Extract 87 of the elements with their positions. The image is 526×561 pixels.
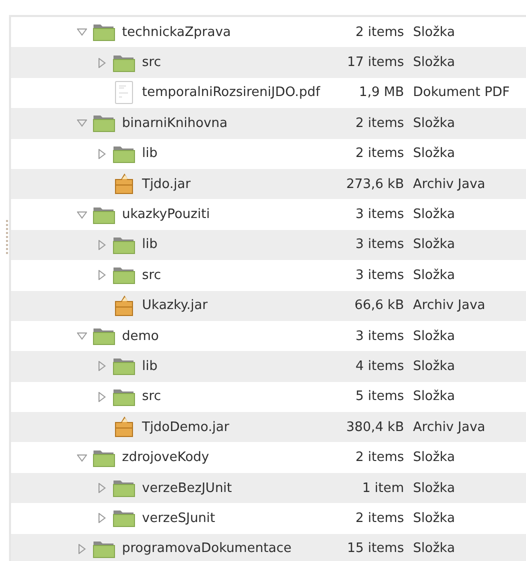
file-type: Složka	[413, 116, 456, 131]
file-name[interactable]: lib	[142, 146, 158, 162]
expander-icon[interactable]	[77, 118, 87, 128]
file-name[interactable]: Ukazky.jar	[142, 298, 208, 314]
expander-icon[interactable]	[77, 544, 87, 554]
folder-icon	[93, 540, 115, 558]
expander-icon[interactable]	[77, 27, 87, 38]
package-icon	[114, 294, 134, 317]
folder-icon	[113, 144, 135, 163]
file-type: Složka	[413, 207, 456, 222]
file-name[interactable]: zdrojoveKody	[122, 450, 210, 466]
expander-icon[interactable]	[97, 148, 107, 159]
folder-icon	[113, 54, 135, 72]
file-name[interactable]: verzeSJunit	[142, 510, 216, 526]
file-name[interactable]: lib	[142, 237, 158, 252]
file-name[interactable]: src	[142, 55, 161, 70]
folder-icon	[113, 357, 135, 376]
file-size: 2 items	[354, 146, 404, 162]
file-size: 2 items	[354, 24, 404, 40]
package-icon	[114, 173, 134, 196]
file-size: 2 items	[354, 450, 404, 466]
file-name[interactable]: technickaZprava	[122, 24, 231, 40]
file-size: 3 items	[354, 207, 404, 222]
folder-icon	[113, 266, 135, 284]
file-size: 1 item	[361, 480, 404, 496]
file-size: 1,9 MB	[358, 85, 404, 100]
file-size: 273,6 kB	[345, 176, 404, 192]
expander-icon[interactable]	[97, 361, 107, 372]
folder-icon	[93, 206, 115, 224]
expander-icon[interactable]	[77, 331, 87, 342]
folder-icon	[113, 479, 135, 498]
file-size: 3 items	[354, 237, 404, 252]
folder-icon	[113, 388, 135, 406]
file-size: 2 items	[354, 510, 404, 526]
file-type: Složka	[413, 450, 456, 466]
file-size: 380,4 kB	[345, 420, 404, 435]
file-type: Složka	[413, 480, 456, 496]
file-size: 2 items	[354, 116, 404, 131]
file-name[interactable]: TjdoDemo.jar	[142, 420, 230, 435]
file-size: 3 items	[354, 268, 404, 283]
file-type: Složka	[413, 389, 456, 404]
expander-icon[interactable]	[97, 240, 107, 250]
folder-icon	[93, 23, 115, 42]
file-size: 4 items	[354, 358, 404, 374]
file-size: 17 items	[346, 55, 404, 70]
folder-icon	[93, 114, 115, 132]
folder-icon	[93, 448, 115, 467]
file-type: Složka	[413, 510, 456, 526]
file-name[interactable]: lib	[142, 358, 158, 374]
file-type: Složka	[413, 328, 456, 344]
expander-icon[interactable]	[97, 483, 107, 494]
resize-handle[interactable]	[6, 220, 8, 255]
file-type: Složka	[413, 237, 456, 252]
package-icon	[114, 416, 134, 438]
file-type: Složka	[413, 55, 456, 70]
expander-icon[interactable]	[97, 58, 107, 68]
file-size: 66,6 kB	[353, 298, 404, 314]
expander-icon[interactable]	[97, 392, 107, 402]
file-name[interactable]: temporalniRozsireniJDO.pdf	[142, 85, 320, 100]
file-size: 15 items	[346, 541, 404, 556]
file-type: Složka	[413, 358, 456, 374]
file-type: Dokument PDF	[413, 85, 511, 100]
file-name[interactable]: Tjdo.jar	[142, 176, 191, 192]
expander-icon[interactable]	[77, 452, 87, 463]
file-size: 3 items	[354, 328, 404, 344]
file-name[interactable]: ukazkyPouziti	[122, 207, 210, 222]
file-name[interactable]: programovaDokumentace	[122, 541, 292, 556]
file-type: Archiv Java	[413, 176, 486, 192]
file-type: Složka	[413, 268, 456, 283]
file-type: Složka	[413, 24, 456, 40]
folder-icon	[113, 509, 135, 528]
file-name[interactable]: verzeBezJUnit	[142, 480, 232, 496]
file-name[interactable]: demo	[122, 328, 159, 344]
folder-icon	[93, 327, 115, 346]
expander-icon[interactable]	[97, 270, 107, 280]
expander-icon[interactable]	[97, 513, 107, 524]
file-type: Archiv Java	[413, 420, 486, 435]
file-name[interactable]: src	[142, 389, 161, 404]
expander-icon[interactable]	[77, 210, 87, 220]
file-type: Složka	[413, 146, 456, 162]
document-icon	[114, 81, 134, 104]
file-name[interactable]: binarniKnihovna	[122, 116, 228, 131]
file-name[interactable]: src	[142, 268, 161, 283]
folder-icon	[113, 236, 135, 254]
file-type: Složka	[413, 541, 456, 556]
file-size: 5 items	[354, 389, 404, 404]
file-type: Archiv Java	[413, 298, 486, 314]
